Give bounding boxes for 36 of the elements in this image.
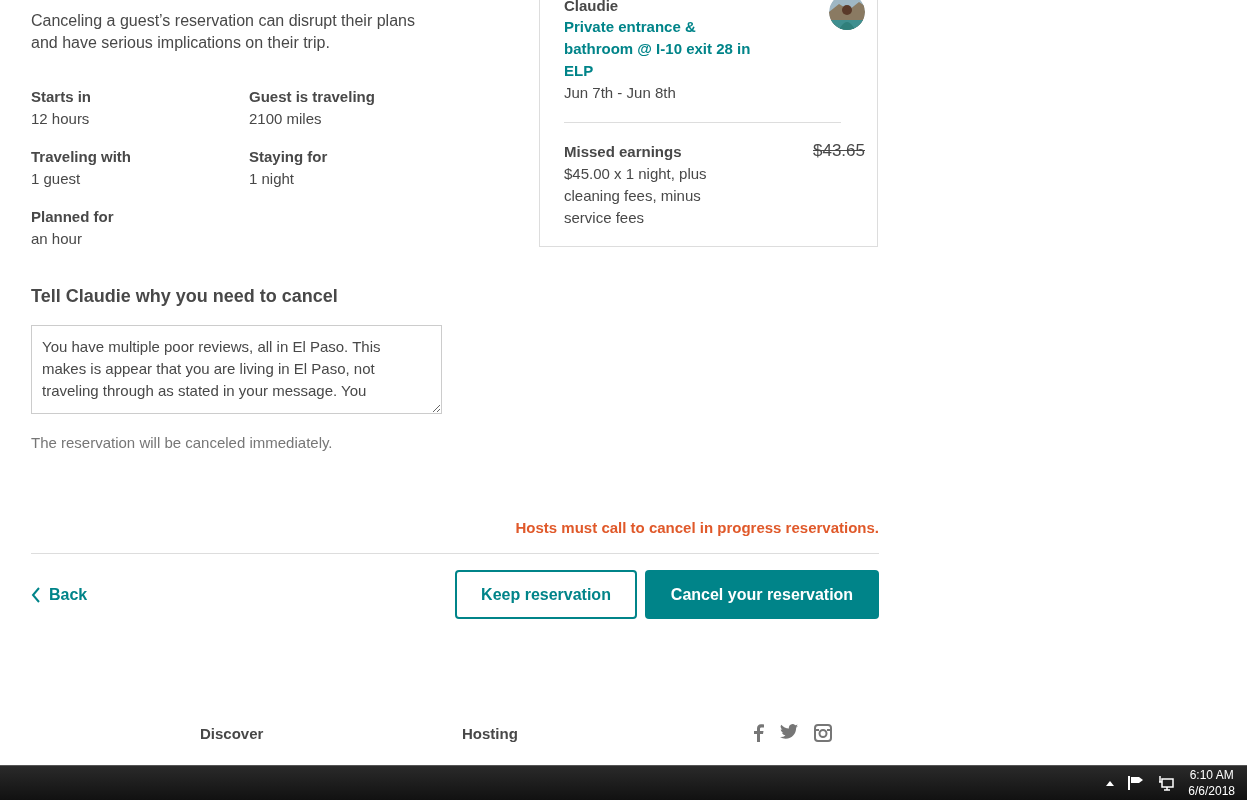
flag-icon[interactable] xyxy=(1128,776,1145,790)
clock-date: 6/6/2018 xyxy=(1188,783,1235,799)
instagram-icon[interactable] xyxy=(814,724,832,742)
network-icon[interactable] xyxy=(1158,775,1175,791)
taskbar-clock[interactable]: 6:10 AM 6/6/2018 xyxy=(1188,767,1235,799)
fact-label: Starts in xyxy=(31,87,92,107)
fact-value: an hour xyxy=(31,229,83,249)
footer-heading: Discover xyxy=(200,724,264,742)
listing-link[interactable]: Private entrance & bathroom @ I-10 exit 28 in ELP xyxy=(564,16,754,82)
keep-reservation-button[interactable]: Keep reservation xyxy=(455,570,637,619)
cancel-note: The reservation will be canceled immediately. xyxy=(31,434,334,451)
fact-value: 2100 miles xyxy=(249,109,323,129)
chevron-left-icon xyxy=(31,586,41,603)
fact-label: Traveling with xyxy=(31,147,133,167)
fact-value: 1 guest xyxy=(31,169,82,189)
fact-label: Planned for xyxy=(31,207,115,227)
section-heading: Tell Claudie why you need to cancel xyxy=(31,286,339,307)
facebook-icon[interactable] xyxy=(752,724,764,742)
earnings-detail: $45.00 x 1 night, plus cleaning fees, minus service fees xyxy=(564,164,708,228)
back-button[interactable]: Back xyxy=(31,585,88,604)
reason-field[interactable]: You have multiple poor reviews, all in El Paso. This makes is appear that you are living in El Paso, not traveling through as stated in your message. You xyxy=(31,325,442,414)
stay-dates: Jun 7th - Jun 8th xyxy=(564,83,677,103)
show-hidden-icons-icon[interactable] xyxy=(1106,780,1115,786)
warning-text: Hosts must call to cancel in progress reservations. xyxy=(515,519,879,536)
guest-name: Claudie xyxy=(564,0,620,12)
cancel-reservation-button[interactable]: Cancel your reservation xyxy=(645,570,879,619)
fact-value: 1 night xyxy=(249,169,296,189)
fact-label: Guest is traveling xyxy=(249,87,376,107)
earnings-label: Missed earnings xyxy=(564,142,683,162)
twitter-icon[interactable] xyxy=(780,724,798,739)
fact-value: 12 hours xyxy=(31,109,91,129)
footer-heading: Hosting xyxy=(462,724,518,742)
earnings-amount: $43.65 xyxy=(813,141,865,162)
intro-text: Canceling a guest’s reservation can disrupt their plans and have serious implications on their trip. xyxy=(31,11,416,53)
clock-time: 6:10 AM xyxy=(1188,767,1235,783)
fact-label: Staying for xyxy=(249,147,329,167)
